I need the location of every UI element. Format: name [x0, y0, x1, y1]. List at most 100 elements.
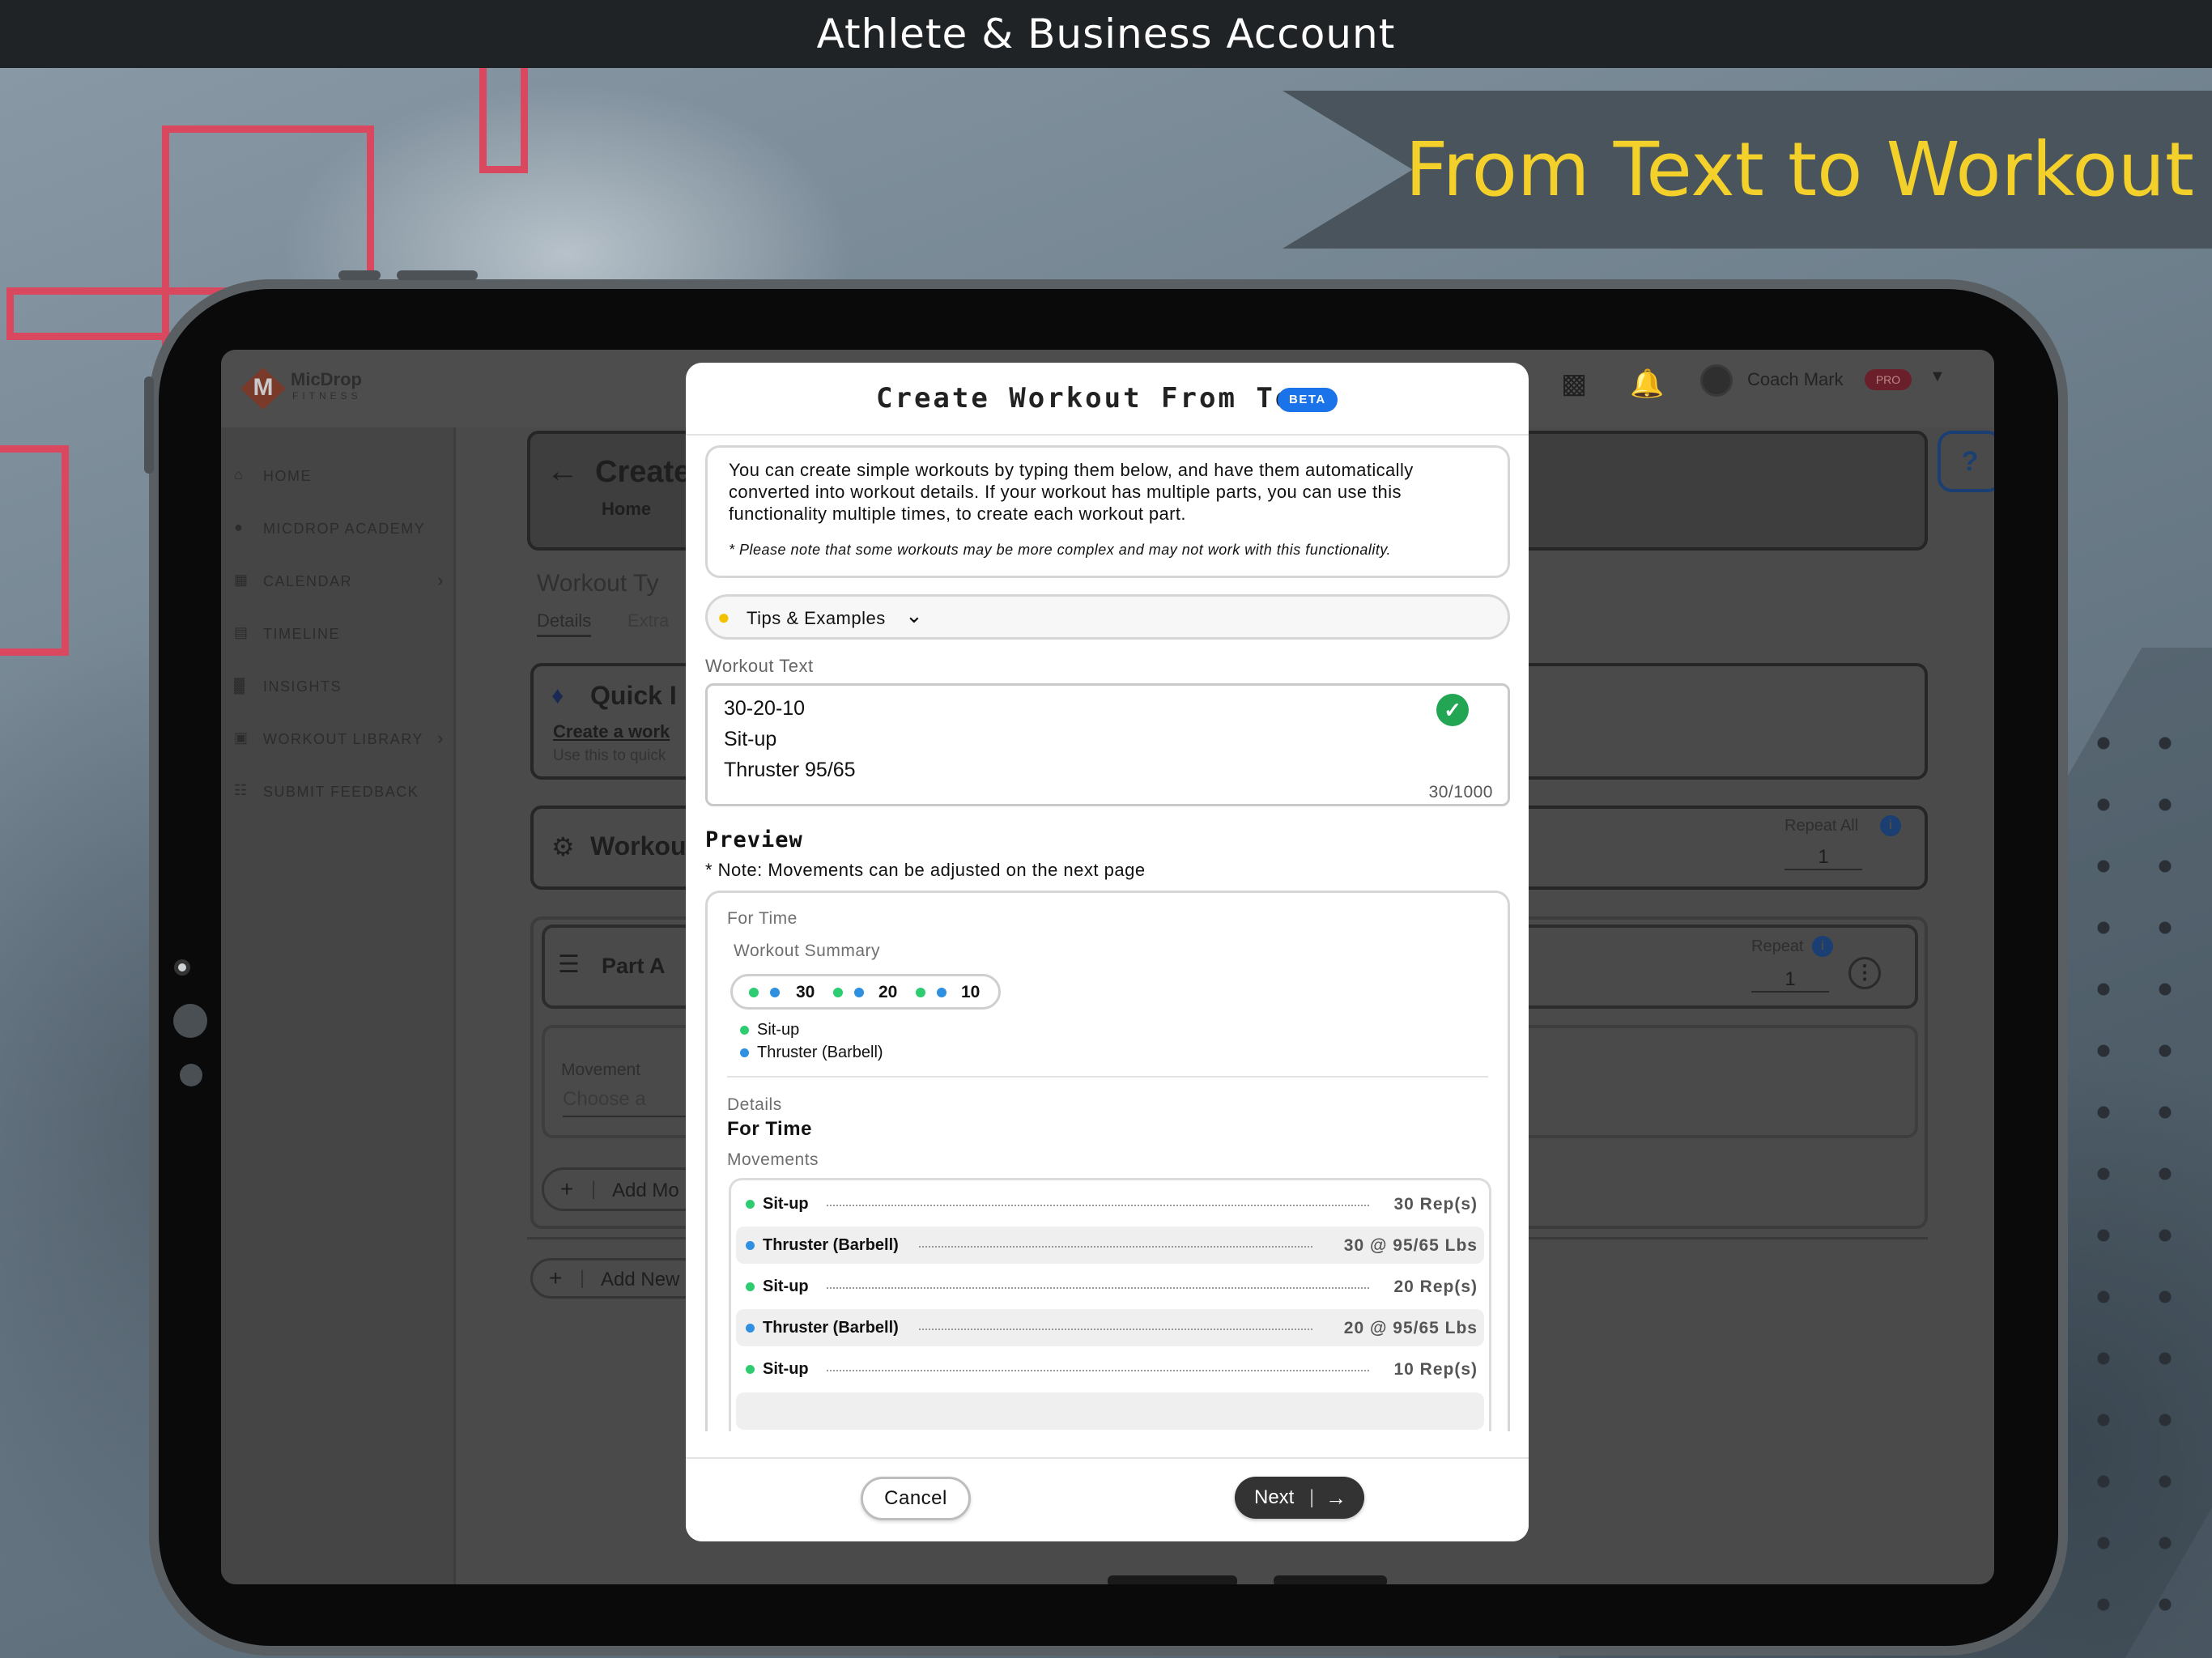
movement-row: Thruster (Barbell) 20 @ 95/65 Lbs	[736, 1309, 1484, 1346]
movement-name: Sit-up	[746, 1360, 809, 1379]
sidebar-item-insights[interactable]: ▓ INSIGHTS	[234, 677, 445, 701]
divider: |	[1309, 1486, 1315, 1508]
avatar[interactable]	[1700, 364, 1733, 397]
movement-row-partial	[736, 1392, 1484, 1430]
valid-check-icon: ✓	[1436, 694, 1469, 726]
dot-green	[740, 1026, 749, 1035]
sidebar-item-label: MICDROP ACADEMY	[263, 521, 426, 537]
next-button[interactable]: Next | →	[1235, 1477, 1364, 1519]
cancel-button[interactable]: Cancel	[861, 1477, 971, 1520]
promo-banner-text: From Text to Workout	[1405, 126, 2194, 213]
modal-body[interactable]: You can create simple workouts by typing…	[686, 437, 1529, 1431]
sidebar-item-label: CALENDAR	[263, 573, 353, 589]
next-label: Next	[1254, 1486, 1295, 1508]
logo-mark-icon: M	[240, 368, 286, 410]
info-box: You can create simple workouts by typing…	[705, 445, 1510, 578]
bell-icon[interactable]: 🔔	[1630, 368, 1664, 400]
create-link[interactable]: Create a work	[553, 721, 670, 742]
feedback-icon: ☷	[234, 782, 249, 798]
sidebar-item-academy[interactable]: ● MICDROP ACADEMY	[234, 519, 445, 543]
decor-frame-2	[479, 68, 528, 173]
legend-label: Sit-up	[757, 1021, 800, 1039]
more-options-icon[interactable]: ⋮	[1848, 957, 1881, 989]
dot-green	[833, 988, 843, 997]
dot-blue	[746, 1241, 755, 1250]
tab-details[interactable]: Details	[537, 610, 592, 637]
create-workout-modal: Create Workout From Text BETA You can cr…	[686, 363, 1529, 1541]
legend-item: Sit-up	[740, 1021, 799, 1039]
repeat-label: Repeat	[1751, 937, 1804, 955]
promo-top-title: Athlete & Business Account	[0, 0, 2212, 68]
add-movement-label: Add Mo	[612, 1180, 679, 1201]
beta-badge: BETA	[1278, 388, 1338, 412]
info-icon[interactable]: i	[1812, 936, 1833, 957]
dot-green	[916, 988, 925, 997]
divider	[727, 1076, 1488, 1078]
sidebar-item-home[interactable]: ⌂ HOME	[234, 466, 445, 491]
help-button[interactable]: ?	[1938, 431, 1994, 492]
repeat-input[interactable]: 1	[1751, 968, 1829, 993]
repeat-all-input[interactable]: 1	[1784, 846, 1862, 870]
sidebar-item-label: WORKOUT LIBRARY	[263, 731, 423, 747]
dot-green	[746, 1365, 755, 1374]
sidebar-item-feedback[interactable]: ☷ SUBMIT FEEDBACK	[234, 782, 445, 806]
dot-blue	[770, 988, 780, 997]
movement-row: Thruster (Barbell) 30 @ 95/65 Lbs	[736, 1226, 1484, 1264]
movement-name: Sit-up	[746, 1195, 809, 1214]
sidebar-item-calendar[interactable]: ▦ CALENDAR ›	[234, 570, 445, 596]
movement-row: Sit-up 20 Rep(s)	[736, 1268, 1484, 1305]
workout-text-input[interactable]: 30-20-10 Sit-up Thruster 95/65 ✓ 30/1000	[705, 683, 1510, 806]
pro-badge: PRO	[1865, 369, 1912, 390]
dotted-leader	[827, 1205, 1369, 1206]
logo-subtext: FITNESS	[292, 390, 362, 402]
insights-icon: ▓	[234, 677, 246, 693]
tablet-bottom-bar-1	[1108, 1575, 1237, 1584]
dot-blue	[854, 988, 864, 997]
workout-text-line-3: Thruster 95/65	[724, 759, 856, 781]
movement-value: 30 @ 95/65 Lbs	[1343, 1236, 1478, 1255]
toolbox-icon[interactable]: ▩	[1561, 368, 1587, 400]
user-menu-caret-icon[interactable]: ▼	[1929, 368, 1946, 386]
chevron-down-icon: ⌄	[905, 603, 923, 627]
movement-name: Thruster (Barbell)	[746, 1236, 899, 1255]
workout-type-label: Workout Ty	[537, 570, 659, 597]
sidebar: ⌂ HOME ● MICDROP ACADEMY ▦ CALENDAR › ▤ TIMEL…	[221, 427, 456, 1584]
gear-icon: ⚙	[551, 832, 575, 861]
info-icon[interactable]: i	[1880, 815, 1901, 836]
user-name[interactable]: Coach Mark	[1747, 369, 1844, 390]
dot-blue	[746, 1324, 755, 1333]
preview-note: * Note: Movements can be adjusted on the…	[705, 860, 1146, 880]
breadcrumb-home[interactable]: Home	[602, 499, 651, 520]
sidebar-item-workout-library[interactable]: ▣ WORKOUT LIBRARY ›	[234, 728, 445, 754]
divider: |	[580, 1267, 585, 1289]
movement-value: 20 Rep(s)	[1393, 1278, 1478, 1296]
tab-extra[interactable]: Extra	[627, 610, 669, 631]
preview-title: Preview	[705, 827, 803, 852]
academy-icon: ●	[234, 519, 245, 535]
workout-text-line-1: 30-20-10	[724, 697, 806, 720]
tips-label: Tips & Examples	[747, 608, 886, 628]
dot-blue	[937, 988, 946, 997]
tips-examples-toggle[interactable]: ● Tips & Examples ⌄	[705, 594, 1510, 640]
chevron-right-icon: ›	[437, 570, 445, 590]
part-label: Part A	[602, 954, 666, 978]
movements-list[interactable]: Sit-up 30 Rep(s) Thruster (Barbell) 30 @…	[729, 1178, 1491, 1431]
legend-label: Thruster (Barbell)	[757, 1044, 883, 1061]
camera-icon	[174, 959, 190, 976]
list-icon: ☰	[558, 951, 580, 978]
tablet-side-button	[144, 376, 154, 474]
details-label: Details	[727, 1095, 782, 1114]
micdrop-logo[interactable]: M MicDrop FITNESS	[240, 364, 374, 413]
sidebar-item-timeline[interactable]: ▤ TIMELINE	[234, 624, 445, 648]
decor-frame-4	[0, 445, 69, 656]
back-arrow-icon[interactable]: ←	[547, 453, 579, 490]
summary-pill: 30 20 10	[730, 974, 1001, 1010]
details-type: For Time	[727, 1118, 812, 1140]
sidebar-item-label: TIMELINE	[263, 626, 341, 642]
repeat-all-label: Repeat All	[1784, 817, 1859, 835]
sidebar-item-label: INSIGHTS	[263, 678, 342, 695]
sensor-dot-1	[173, 1004, 207, 1038]
char-count: 30/1000	[1428, 783, 1493, 801]
movement-value: 20 @ 95/65 Lbs	[1343, 1319, 1478, 1337]
movement-name: Thruster (Barbell)	[746, 1319, 899, 1337]
